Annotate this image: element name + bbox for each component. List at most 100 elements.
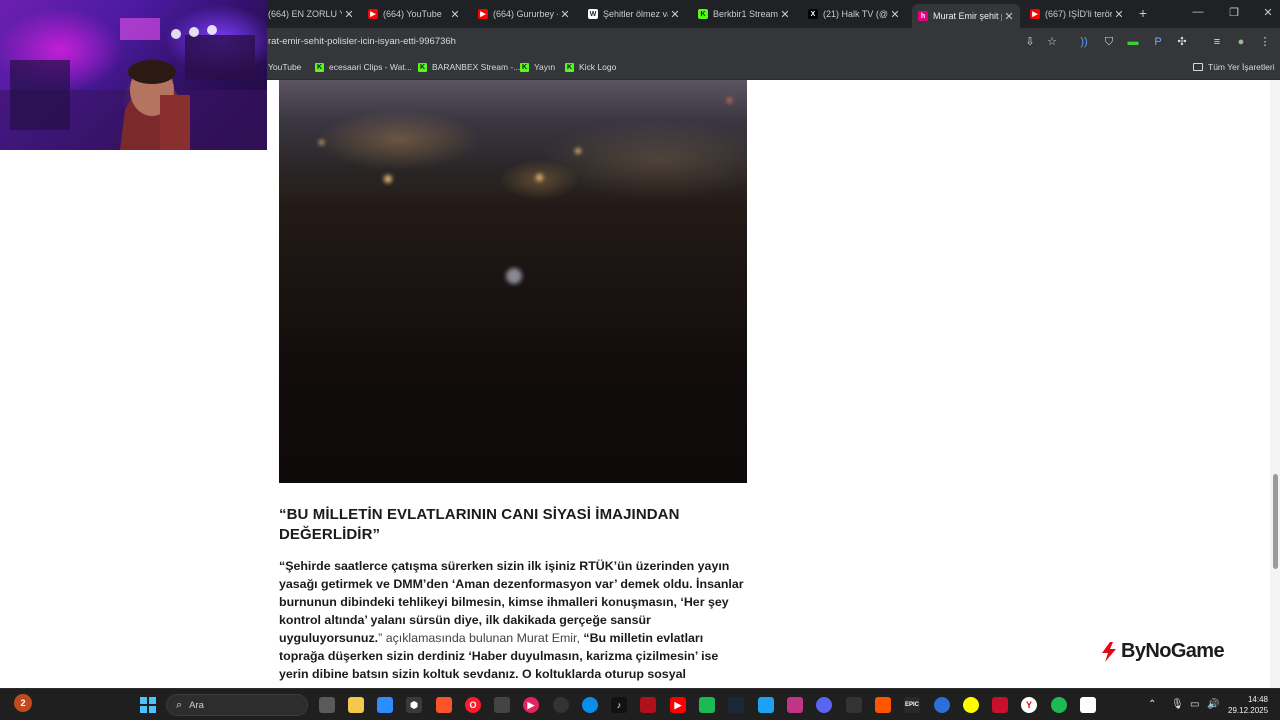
steam-icon[interactable] [728, 697, 744, 713]
news-site-icon: h [918, 11, 928, 21]
app-icon[interactable] [553, 697, 569, 713]
tab-5[interactable]: X (21) Halk TV (@h ✕ [802, 4, 906, 24]
tab-close-icon[interactable]: ✕ [668, 8, 682, 21]
menu-kebab-icon[interactable]: ⋮ [1257, 34, 1273, 50]
windows-taskbar: 2 ⌕ Ara ⬢ O ▶ ♪ ▶ EPIC Y ⌃ 🎙 ▭ 🔊 14:48 2… [0, 688, 1280, 720]
shield-extension-icon[interactable]: ⛉ [1101, 34, 1117, 50]
bynogame-watermark: ByNoGame [1100, 640, 1225, 663]
tab-0[interactable]: (664) EN ZORLU Y ✕ [268, 4, 360, 24]
light-dot [506, 268, 522, 284]
bookmark-kick-logo[interactable]: K Kick Logo [565, 62, 616, 72]
page-content: “BU MİLLETİN EVLATLARININ CANI SİYASİ İM… [0, 80, 1270, 688]
profile-avatar-icon[interactable]: ● [1233, 34, 1249, 50]
tab-title: (21) Halk TV (@h [823, 9, 888, 19]
app-white-icon[interactable] [1080, 697, 1096, 713]
chrome-icon[interactable] [934, 697, 950, 713]
mcafee-icon[interactable] [992, 697, 1008, 713]
extension-p-icon[interactable]: P [1150, 34, 1166, 50]
extensions-puzzle-icon[interactable]: ✣ [1174, 34, 1190, 50]
bookmark-label: YouTube [268, 62, 302, 72]
tab-1[interactable]: ▶ (664) YouTube ✕ [362, 4, 466, 24]
tab-3[interactable]: W Şehitler ölmez vat ✕ [582, 4, 686, 24]
bookmark-yayin[interactable]: K Yayın [520, 62, 555, 72]
reading-list-icon[interactable]: ≡ [1209, 34, 1225, 50]
tab-close-icon[interactable]: ✕ [888, 8, 902, 21]
bookmark-label: BARANBEX Stream -... [432, 62, 521, 72]
tab-title: (664) EN ZORLU Y [268, 9, 342, 19]
extension-green-icon[interactable]: ▬ [1125, 34, 1141, 50]
all-bookmarks[interactable]: Tüm Yer İşaretleri [1193, 62, 1275, 72]
extension-audio-icon[interactable]: )) [1076, 34, 1092, 50]
restore-icon[interactable]: ❐ [1224, 6, 1244, 19]
url-field[interactable]: rat-emir-sehit-polisler-icin-isyan-etti-… [268, 36, 456, 47]
discord-icon[interactable] [816, 697, 832, 713]
copilot-icon[interactable] [377, 697, 393, 713]
tab-6-active[interactable]: h Murat Emir şehit p ✕ [912, 4, 1020, 28]
youtube-icon: ▶ [368, 9, 378, 19]
x-icon: X [808, 9, 818, 19]
media-player-icon[interactable]: ▶ [523, 697, 539, 713]
taskbar-search[interactable]: ⌕ Ara [166, 694, 308, 716]
brave-icon[interactable] [436, 697, 452, 713]
article-video[interactable] [279, 80, 747, 483]
bookmark-youtube[interactable]: YouTube [268, 62, 301, 72]
tab-title: Berkbir1 Stream - [713, 9, 778, 19]
spotify-icon[interactable] [1051, 697, 1067, 713]
notification-badge: 2 [20, 698, 26, 708]
minimize-icon[interactable]: — [1188, 6, 1208, 18]
kick-icon: K [520, 62, 529, 72]
settings-hub-icon[interactable]: ⬢ [406, 697, 422, 713]
network-icon[interactable]: ▭ [1190, 699, 1199, 710]
opera-icon[interactable]: O [465, 697, 481, 713]
tab-close-icon[interactable]: ✕ [342, 8, 356, 21]
new-tab-icon[interactable]: + [1136, 5, 1150, 21]
tray-chevron-icon[interactable]: ⌃ [1148, 699, 1156, 710]
snapchat-icon[interactable] [963, 697, 979, 713]
bookmark-baranbex[interactable]: K BARANBEX Stream -... [418, 62, 520, 72]
soundcloud-icon[interactable] [875, 697, 891, 713]
tab-close-icon[interactable]: ✕ [1002, 10, 1016, 23]
tab-close-icon[interactable]: ✕ [448, 8, 462, 21]
bookmark-label: ecesaari Clips - Wat... [329, 62, 412, 72]
tab-title: (664) Gururbey - K [493, 9, 558, 19]
widgets-icon[interactable]: 2 [14, 694, 32, 712]
epic-games-icon[interactable]: EPIC [904, 697, 920, 713]
microphone-icon[interactable]: 🎙 [1171, 699, 1184, 710]
volume-icon[interactable]: 🔊 [1207, 699, 1219, 710]
task-view-icon[interactable] [319, 697, 335, 713]
yandex-icon[interactable]: Y [1021, 697, 1037, 713]
tab-close-icon[interactable]: ✕ [1112, 8, 1126, 21]
tab-close-icon[interactable]: ✕ [778, 8, 792, 21]
bookmark-star-icon[interactable]: ☆ [1044, 34, 1060, 50]
bookmark-label: Kick Logo [579, 62, 617, 72]
tab-4[interactable]: K Berkbir1 Stream - ✕ [692, 4, 796, 24]
taskbar-clock[interactable]: 14:48 29.12.2025 [1228, 694, 1268, 716]
light-dot [384, 175, 392, 183]
install-app-icon[interactable]: ⇩ [1022, 34, 1038, 50]
app-red-icon[interactable] [640, 697, 656, 713]
file-explorer-icon[interactable] [348, 697, 364, 713]
edge-icon[interactable] [582, 697, 598, 713]
article-subheading: “BU MİLLETİN EVLATLARININ CANI SİYASİ İM… [279, 506, 680, 543]
speedometer-icon[interactable] [846, 697, 862, 713]
instagram-icon[interactable] [787, 697, 803, 713]
youtube-taskbar-icon[interactable]: ▶ [670, 697, 686, 713]
scrollbar-thumb[interactable] [1273, 474, 1278, 569]
tab-close-icon[interactable]: ✕ [558, 8, 572, 21]
search-icon: ⌕ [176, 698, 183, 711]
vertical-scrollbar[interactable] [1270, 80, 1280, 688]
app-green-icon[interactable] [699, 697, 715, 713]
store-icon[interactable] [494, 697, 510, 713]
tiktok-icon[interactable]: ♪ [611, 697, 627, 713]
twitter-icon[interactable] [758, 697, 774, 713]
light-dot [575, 148, 581, 154]
youtube-icon: ▶ [1030, 9, 1040, 19]
windows-start-icon[interactable] [140, 697, 156, 713]
light-dot [536, 174, 543, 181]
kick-icon: K [315, 62, 324, 72]
tab-7[interactable]: ▶ (667) IŞİD'li terör ✕ [1024, 4, 1130, 24]
clock-date: 29.12.2025 [1228, 706, 1269, 715]
close-window-icon[interactable]: ✕ [1258, 6, 1278, 19]
bookmark-ecesaari[interactable]: K ecesaari Clips - Wat... [315, 62, 412, 72]
tab-2[interactable]: ▶ (664) Gururbey - K ✕ [472, 4, 576, 24]
